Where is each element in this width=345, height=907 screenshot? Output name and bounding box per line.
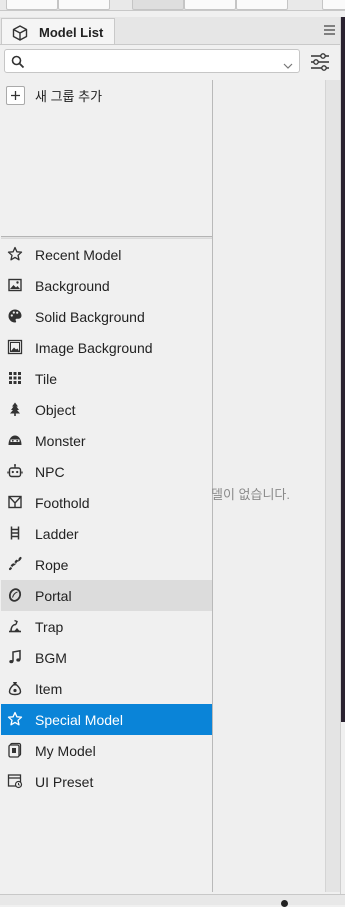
category-label: Image Background — [35, 340, 153, 356]
category-label: Trap — [35, 619, 64, 635]
toolbar-button[interactable] — [322, 0, 345, 10]
category-list: Recent Model Background Solid Background… — [1, 239, 212, 797]
model-content-area: 델이 없습니다. — [211, 80, 325, 892]
category-label: My Model — [35, 743, 96, 759]
filter-settings-button[interactable] — [308, 50, 334, 74]
category-label: BGM — [35, 650, 67, 666]
category-label: Monster — [35, 433, 86, 449]
money-bag-icon — [7, 680, 23, 696]
rope-icon — [7, 556, 23, 572]
category-label: NPC — [35, 464, 65, 480]
category-label: Solid Background — [35, 309, 145, 325]
toolbar-button[interactable] — [58, 0, 110, 10]
foothold-icon — [7, 494, 23, 510]
panel-tab-bar: Model List — [0, 17, 340, 45]
category-item-bgm[interactable]: BGM — [1, 642, 212, 673]
top-toolbar-strip — [0, 0, 345, 11]
cube-icon — [12, 25, 28, 44]
category-item-item[interactable]: Item — [1, 673, 212, 704]
category-item-ladder[interactable]: Ladder — [1, 518, 212, 549]
category-label: UI Preset — [35, 774, 94, 790]
slime-icon — [7, 432, 23, 448]
category-item-rope[interactable]: Rope — [1, 549, 212, 580]
category-item-background[interactable]: Background — [1, 270, 212, 301]
category-item-tile[interactable]: Tile — [1, 363, 212, 394]
vertical-scrollbar[interactable] — [325, 80, 340, 892]
image-frame-icon — [7, 339, 23, 355]
picture-icon — [7, 277, 23, 293]
category-label: Object — [35, 402, 76, 418]
model-list-panel: Model List 새 그룹 추가 Recent Model Backgrou… — [0, 17, 341, 894]
category-item-ui-preset[interactable]: UI Preset — [1, 766, 212, 797]
category-item-npc[interactable]: NPC — [1, 456, 212, 487]
tab-title: Model List — [39, 25, 104, 40]
robot-icon — [7, 463, 23, 479]
category-label: Special Model — [35, 712, 123, 728]
add-group-button[interactable]: 새 그룹 추가 — [6, 85, 102, 105]
toolbar-button[interactable] — [6, 0, 58, 10]
category-item-portal[interactable]: Portal — [1, 580, 212, 611]
category-column: 새 그룹 추가 Recent Model Background Solid Ba… — [1, 80, 213, 892]
search-box[interactable] — [4, 49, 300, 73]
palette-icon — [7, 308, 23, 324]
category-label: Ladder — [35, 526, 79, 542]
category-label: Item — [35, 681, 63, 697]
bottom-status-strip — [0, 894, 345, 907]
category-item-object[interactable]: Object — [1, 394, 212, 425]
category-item-my-model[interactable]: My Model — [1, 735, 212, 766]
trap-icon — [7, 618, 23, 634]
category-item-image-background[interactable]: Image Background — [1, 332, 212, 363]
category-item-solid-background[interactable]: Solid Background — [1, 301, 212, 332]
my-model-icon — [7, 742, 23, 758]
category-label: Tile — [35, 371, 58, 387]
category-label: Background — [35, 278, 110, 294]
category-item-foothold[interactable]: Foothold — [1, 487, 212, 518]
category-label: Rope — [35, 557, 69, 573]
category-label: Recent Model — [35, 247, 122, 263]
toolbar-button[interactable] — [236, 0, 288, 10]
portal-ring-icon — [7, 587, 23, 603]
search-input[interactable] — [31, 52, 275, 72]
toolbar-button[interactable] — [132, 0, 184, 10]
magnifier-icon — [11, 55, 25, 72]
chevron-down-icon[interactable] — [283, 57, 293, 73]
tab-model-list[interactable]: Model List — [1, 18, 115, 44]
category-item-monster[interactable]: Monster — [1, 425, 212, 456]
tree-icon — [7, 401, 23, 417]
category-item-recent-model[interactable]: Recent Model — [1, 239, 212, 270]
ladder-icon — [7, 525, 23, 541]
filter-sliders-icon — [308, 53, 332, 77]
category-item-special-model[interactable]: Special Model — [1, 704, 212, 735]
star-outline-icon — [7, 246, 23, 262]
empty-message: 델이 없습니다. — [211, 487, 290, 502]
category-item-trap[interactable]: Trap — [1, 611, 212, 642]
category-label: Portal — [35, 588, 72, 604]
hamburger-menu-icon[interactable] — [323, 23, 336, 39]
group-list: 새 그룹 추가 — [1, 80, 212, 236]
add-group-label: 새 그룹 추가 — [35, 88, 103, 104]
star-outline-icon — [7, 711, 23, 727]
music-note-icon — [7, 649, 23, 665]
plus-icon — [6, 85, 25, 105]
grid-icon — [7, 370, 23, 386]
ui-preset-icon — [7, 773, 23, 789]
category-label: Foothold — [35, 495, 90, 511]
toolbar-button[interactable] — [184, 0, 236, 10]
